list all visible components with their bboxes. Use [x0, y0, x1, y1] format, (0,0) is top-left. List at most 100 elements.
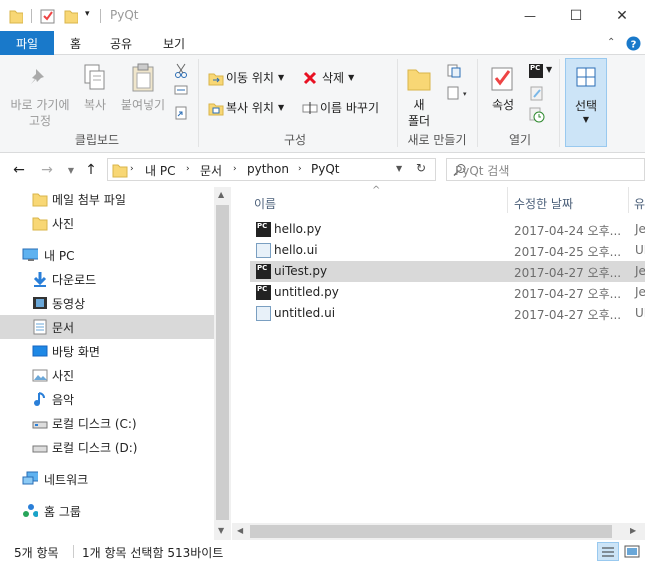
- nav-item-drive-d[interactable]: 로컬 디스크 (D:): [0, 435, 214, 459]
- folder-icon: [112, 164, 128, 178]
- nav-item-pictures-quick[interactable]: 사진: [0, 211, 214, 235]
- nav-item-documents[interactable]: 문서: [0, 315, 214, 339]
- file-row[interactable]: hello.ui 2017-04-25 오후... UI: [250, 240, 645, 261]
- up-button[interactable]: ↑: [82, 161, 100, 179]
- copy-button[interactable]: 복사: [78, 97, 112, 113]
- properties-button[interactable]: 속성: [484, 97, 522, 113]
- nav-item-homegroup[interactable]: 홈 그룹: [0, 499, 214, 523]
- nav-item-label: 사진: [52, 217, 75, 231]
- maximize-button[interactable]: ☐: [553, 0, 599, 31]
- address-bar[interactable]: › 내 PC › 문서 › python › PyQt ▼ ↻: [107, 158, 436, 181]
- breadcrumb-item[interactable]: python: [247, 162, 289, 176]
- file-type: Jet: [635, 264, 645, 278]
- file-date: 2017-04-27 오후...: [514, 266, 622, 280]
- column-divider[interactable]: [507, 187, 508, 213]
- edit-icon[interactable]: [529, 85, 545, 101]
- nav-item-mail-attachments[interactable]: 메일 첨부 파일: [0, 187, 214, 211]
- file-list-hscrollbar[interactable]: ◀ ▶: [232, 523, 645, 540]
- properties-quick-icon[interactable]: [40, 7, 56, 25]
- paste-shortcut-icon[interactable]: [174, 105, 188, 121]
- new-folder-icon: [407, 69, 431, 91]
- select-button[interactable]: 선택 ▼: [565, 58, 607, 147]
- divider: [31, 9, 32, 23]
- move-to-icon: [208, 73, 224, 85]
- new-folder-button[interactable]: 새 폴더: [402, 97, 436, 129]
- move-to-label: 이동 위치: [226, 71, 274, 85]
- tab-file[interactable]: 파일: [0, 31, 54, 55]
- chevron-down-icon[interactable]: ▼: [546, 65, 552, 74]
- column-header-date[interactable]: 수정한 날짜: [514, 195, 573, 212]
- delete-icon: [303, 71, 317, 84]
- breadcrumb-separator[interactable]: ›: [130, 164, 134, 174]
- tab-share[interactable]: 공유: [110, 31, 132, 55]
- nav-item-this-pc[interactable]: 내 PC: [0, 243, 214, 267]
- file-row-selected[interactable]: PC uiTest.py 2017-04-27 오후... Jet: [250, 261, 645, 282]
- delete-button[interactable]: 삭제 ▼: [302, 69, 354, 86]
- forward-button[interactable]: →: [38, 161, 56, 179]
- close-button[interactable]: ✕: [599, 0, 645, 31]
- pycharm-icon[interactable]: PC: [529, 64, 543, 78]
- network-icon: [22, 471, 38, 485]
- svg-text:?: ?: [631, 40, 637, 51]
- nav-item-label: 바탕 화면: [52, 345, 100, 359]
- cut-icon[interactable]: [174, 63, 188, 79]
- large-icons-view-icon[interactable]: [624, 545, 640, 559]
- address-dropdown-button[interactable]: ▼: [396, 164, 402, 173]
- scroll-up-icon[interactable]: ▲: [218, 190, 224, 199]
- file-row[interactable]: untitled.ui 2017-04-27 오후... UI: [250, 303, 645, 324]
- nav-scrollbar[interactable]: ▲ ▼: [214, 187, 231, 540]
- file-row[interactable]: PC untitled.py 2017-04-27 오후... Jet: [250, 282, 645, 303]
- breadcrumb-item[interactable]: 문서: [200, 162, 222, 179]
- tab-home[interactable]: 홈: [70, 31, 81, 55]
- new-folder-label: 새: [413, 98, 425, 112]
- column-header-name[interactable]: 이름: [254, 195, 276, 212]
- nav-item-desktop[interactable]: 바탕 화면: [0, 339, 214, 363]
- new-item-icon[interactable]: [446, 63, 462, 79]
- scroll-right-icon[interactable]: ▶: [630, 526, 636, 535]
- minimize-button[interactable]: —: [507, 0, 553, 31]
- help-icon[interactable]: ?: [626, 36, 641, 51]
- new-folder-quick-icon[interactable]: [64, 7, 78, 25]
- easy-access-icon[interactable]: ▾: [446, 85, 468, 101]
- file-name: untitled.py: [274, 285, 339, 299]
- breadcrumb-separator[interactable]: ›: [233, 164, 237, 174]
- back-button[interactable]: ←: [10, 161, 28, 179]
- breadcrumb-separator[interactable]: ›: [298, 164, 302, 174]
- details-view-button[interactable]: [597, 542, 619, 561]
- copy-to-button[interactable]: 복사 위치 ▼: [208, 99, 284, 116]
- breadcrumb-item[interactable]: 내 PC: [145, 162, 175, 179]
- hscrollbar-thumb[interactable]: [250, 525, 612, 538]
- search-input[interactable]: PyQt 검색: [455, 162, 509, 179]
- nav-item-videos[interactable]: 동영상: [0, 291, 214, 315]
- file-row[interactable]: PC hello.py 2017-04-24 오후... Jet: [250, 219, 645, 240]
- collapse-ribbon-icon[interactable]: ⌃: [607, 37, 615, 48]
- homegroup-icon: [23, 504, 38, 517]
- nav-item-music[interactable]: 음악: [0, 387, 214, 411]
- drive-icon: [32, 421, 48, 429]
- nav-item-pictures[interactable]: 사진: [0, 363, 214, 387]
- pin-to-quick-access-button[interactable]: 바로 가기에 고정: [5, 97, 75, 129]
- paste-button[interactable]: 붙여넣기: [118, 97, 168, 113]
- recent-locations-button[interactable]: ▼: [62, 161, 80, 179]
- scroll-left-icon[interactable]: ◀: [237, 526, 243, 535]
- nav-item-drive-c[interactable]: 로컬 디스크 (C:): [0, 411, 214, 435]
- rename-button[interactable]: 이름 바꾸기: [302, 99, 379, 116]
- nav-item-network[interactable]: 네트워크: [0, 467, 214, 491]
- tab-view[interactable]: 보기: [163, 31, 185, 55]
- column-divider[interactable]: [628, 187, 629, 213]
- scroll-down-icon[interactable]: ▼: [218, 526, 224, 535]
- nav-scrollbar-thumb[interactable]: [216, 205, 229, 520]
- breadcrumb-item[interactable]: PyQt: [311, 162, 340, 176]
- copy-path-icon[interactable]: [174, 84, 188, 96]
- nav-item-downloads[interactable]: 다운로드: [0, 267, 214, 291]
- pin-label-2: 고정: [28, 114, 52, 128]
- refresh-button[interactable]: ↻: [416, 161, 426, 175]
- breadcrumb-separator[interactable]: ›: [186, 164, 190, 174]
- properties-icon: [491, 67, 513, 91]
- customize-quick-access-button[interactable]: ▾: [85, 9, 90, 27]
- search-box[interactable]: PyQt 검색: [446, 158, 645, 181]
- move-to-button[interactable]: 이동 위치 ▼: [208, 69, 284, 86]
- history-icon[interactable]: [529, 107, 545, 123]
- music-icon: [34, 392, 45, 406]
- column-header-type[interactable]: 유: [634, 195, 645, 212]
